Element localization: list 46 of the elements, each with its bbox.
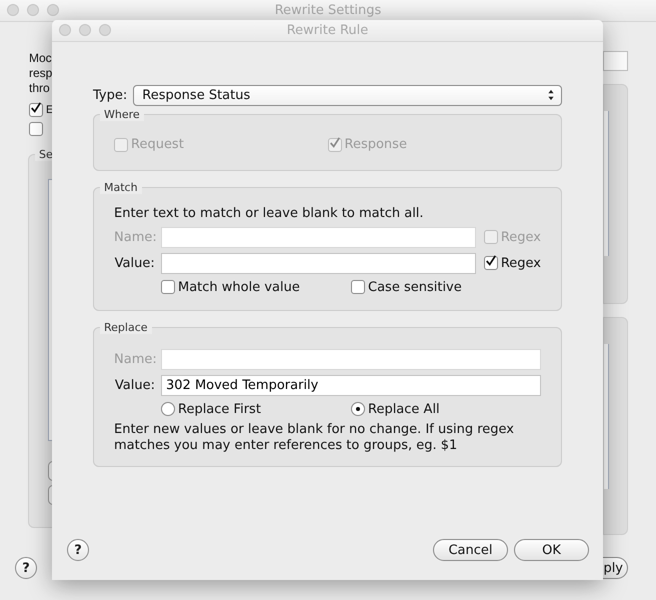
description-text: Moc	[29, 51, 52, 66]
checkbox-label: Regex	[500, 230, 541, 244]
note-text: Enter new values or leave blank for no change. If using regex matches you may enter references to groups, eg. $1	[114, 422, 516, 454]
description-text: thro	[29, 81, 50, 96]
minimize-button[interactable]	[27, 4, 39, 16]
checkbox-label: Match whole value	[178, 280, 300, 294]
minimize-button[interactable]	[79, 24, 91, 36]
radio-button[interactable]	[161, 402, 175, 416]
checkbox-label: Response	[344, 137, 407, 152]
type-dropdown[interactable]: Response Status	[133, 84, 562, 106]
hint-text: Enter text to match or leave blank to match all.	[114, 206, 425, 221]
checkbox-label: Request	[131, 137, 184, 152]
apply-button[interactable]: ply	[603, 557, 628, 579]
checkbox[interactable]	[484, 256, 498, 270]
zoom-button[interactable]	[99, 24, 111, 36]
close-button[interactable]	[59, 24, 71, 36]
field-label: Value:	[114, 256, 155, 270]
group-title: Replace	[100, 321, 152, 334]
checkbox-label: Case sensitive	[368, 280, 462, 294]
radio-button[interactable]	[351, 402, 365, 416]
description-text: resp	[29, 66, 52, 81]
field-label: Name:	[114, 352, 155, 366]
close-button[interactable]	[7, 4, 19, 16]
cancel-button[interactable]: Cancel	[433, 539, 508, 561]
group-title: Where	[100, 108, 144, 121]
stepper-arrows-icon	[547, 89, 555, 101]
group-title: Match	[100, 181, 142, 194]
checkbox-label: Regex	[500, 256, 541, 270]
field-label: Value:	[114, 378, 155, 392]
ok-button[interactable]: OK	[514, 539, 589, 561]
help-button[interactable]: ?	[67, 539, 89, 561]
radio-label: Replace First	[178, 402, 261, 416]
field-label: Type:	[93, 88, 128, 102]
field-label: Name:	[114, 230, 155, 244]
input-field[interactable]	[603, 51, 628, 71]
input-field[interactable]	[160, 252, 476, 274]
radio-label: Replace All	[368, 402, 440, 416]
window-title: Rewrite Settings	[274, 3, 382, 18]
checkbox[interactable]	[351, 280, 365, 294]
input-field[interactable]: 302 Moved Temporarily	[161, 374, 541, 396]
checkbox[interactable]	[29, 102, 43, 116]
checkbox[interactable]	[161, 280, 175, 294]
help-button[interactable]: ?	[15, 557, 37, 579]
window-title: Rewrite Rule	[286, 23, 368, 38]
zoom-button[interactable]	[47, 4, 59, 16]
checkbox[interactable]	[29, 122, 43, 136]
